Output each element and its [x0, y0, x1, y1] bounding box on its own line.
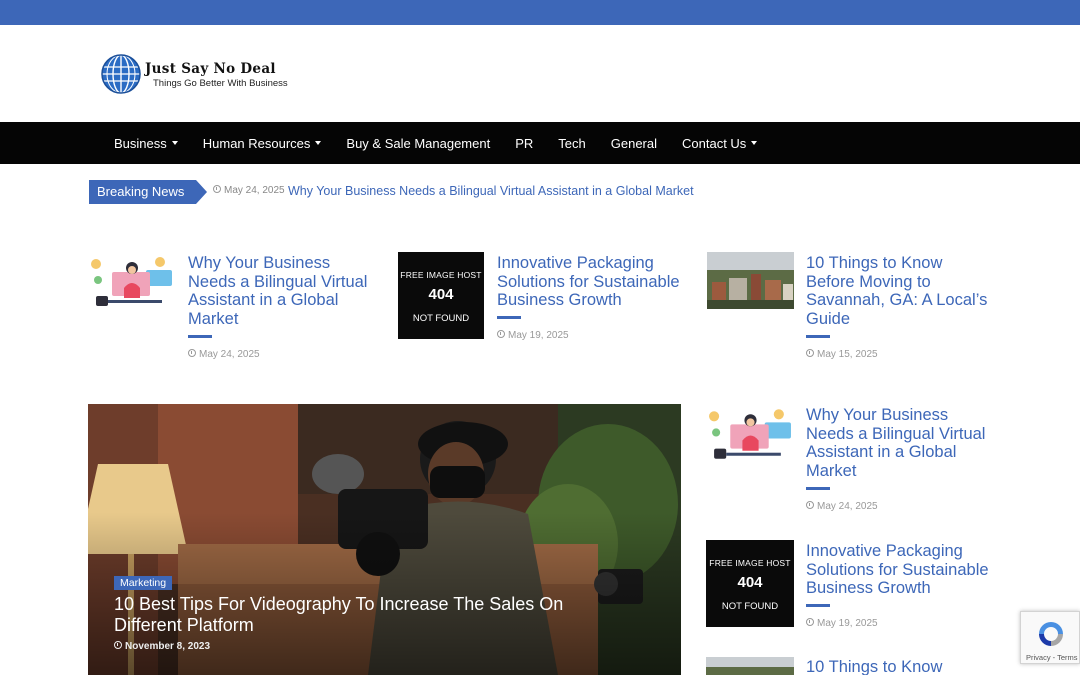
clock-icon [806, 349, 814, 357]
top-bar [0, 0, 1080, 25]
caret-down-icon [171, 141, 178, 146]
post-date: May 24, 2025 [806, 501, 878, 512]
nav-item-buy-sale-management[interactable]: Buy & Sale Management [346, 136, 490, 151]
nav-item-tech[interactable]: Tech [558, 136, 585, 151]
clock-icon [806, 618, 814, 626]
featured-post[interactable]: Marketing 10 Best Tips For Videography T… [88, 404, 681, 675]
recaptcha-privacy-terms[interactable]: Privacy - Terms [1026, 653, 1078, 662]
post-thumbnail[interactable] [706, 657, 794, 675]
placeholder-status: NOT FOUND [412, 313, 470, 324]
title-underline [188, 335, 212, 338]
clock-icon [114, 641, 122, 649]
title-underline [497, 316, 521, 319]
nav-item-contact-us[interactable]: Contact Us [682, 136, 758, 151]
placeholder-text: FREE IMAGE HOST [709, 558, 791, 568]
title-underline [806, 487, 830, 490]
post-title-link[interactable]: Innovative Packaging Solutions for Susta… [806, 542, 1001, 598]
post-date: May 19, 2025 [497, 330, 569, 341]
title-underline [806, 604, 830, 607]
featured-post-date: November 8, 2023 [114, 641, 210, 652]
post-date: May 19, 2025 [806, 618, 878, 629]
site-logo[interactable]: Just Say No Deal Things Go Better With B… [100, 52, 320, 98]
placeholder-text: FREE IMAGE HOST [400, 270, 482, 280]
nav-item-business[interactable]: Business [114, 136, 178, 151]
breaking-date: May 24, 2025 [213, 185, 285, 196]
breaking-arrow [196, 180, 207, 204]
post-thumbnail[interactable] [88, 252, 175, 311]
post-title-link[interactable]: 10 Things to Know Before Moving to Savan… [806, 254, 991, 328]
post-thumbnail-placeholder[interactable]: FREE IMAGE HOST 404 NOT FOUND [706, 540, 794, 627]
recaptcha-badge[interactable]: Privacy - Terms [1020, 611, 1080, 664]
clock-icon [806, 501, 814, 509]
breaking-news-label: Breaking News [89, 180, 196, 204]
post-title-link[interactable]: Innovative Packaging Solutions for Susta… [497, 254, 689, 310]
site-tagline: Things Go Better With Business [153, 78, 288, 89]
caret-down-icon [315, 141, 322, 146]
post-title-link[interactable]: Why Your Business Needs a Bilingual Virt… [806, 406, 996, 480]
site-name: Just Say No Deal [145, 61, 276, 77]
clock-icon [213, 185, 221, 193]
post-title-link[interactable]: Why Your Business Needs a Bilingual Virt… [188, 254, 378, 328]
recaptcha-icon [1039, 622, 1063, 646]
post-date: May 15, 2025 [806, 349, 878, 360]
post-title-link[interactable]: 10 Things to Know [806, 658, 996, 675]
clock-icon [188, 349, 196, 357]
post-date: May 24, 2025 [188, 349, 260, 360]
main-navigation: Business Human Resources Buy & Sale Mana… [0, 122, 1080, 164]
title-underline [806, 335, 830, 338]
post-thumbnail[interactable] [707, 252, 794, 309]
breaking-headline-link[interactable]: Why Your Business Needs a Bilingual Virt… [288, 184, 694, 198]
clock-icon [497, 330, 505, 338]
nav-item-general[interactable]: General [611, 136, 657, 151]
caret-down-icon [751, 141, 758, 146]
category-badge[interactable]: Marketing [114, 576, 173, 590]
nav-item-pr[interactable]: PR [515, 136, 533, 151]
featured-post-title[interactable]: 10 Best Tips For Videography To Increase… [114, 594, 614, 636]
post-thumbnail-placeholder[interactable]: FREE IMAGE HOST 404 NOT FOUND [398, 252, 484, 339]
globe-icon [101, 54, 141, 94]
placeholder-status: NOT FOUND [721, 601, 779, 612]
placeholder-code: 404 [428, 286, 454, 303]
post-thumbnail[interactable] [706, 404, 794, 464]
placeholder-code: 404 [737, 574, 763, 591]
nav-item-human-resources[interactable]: Human Resources [203, 136, 322, 151]
